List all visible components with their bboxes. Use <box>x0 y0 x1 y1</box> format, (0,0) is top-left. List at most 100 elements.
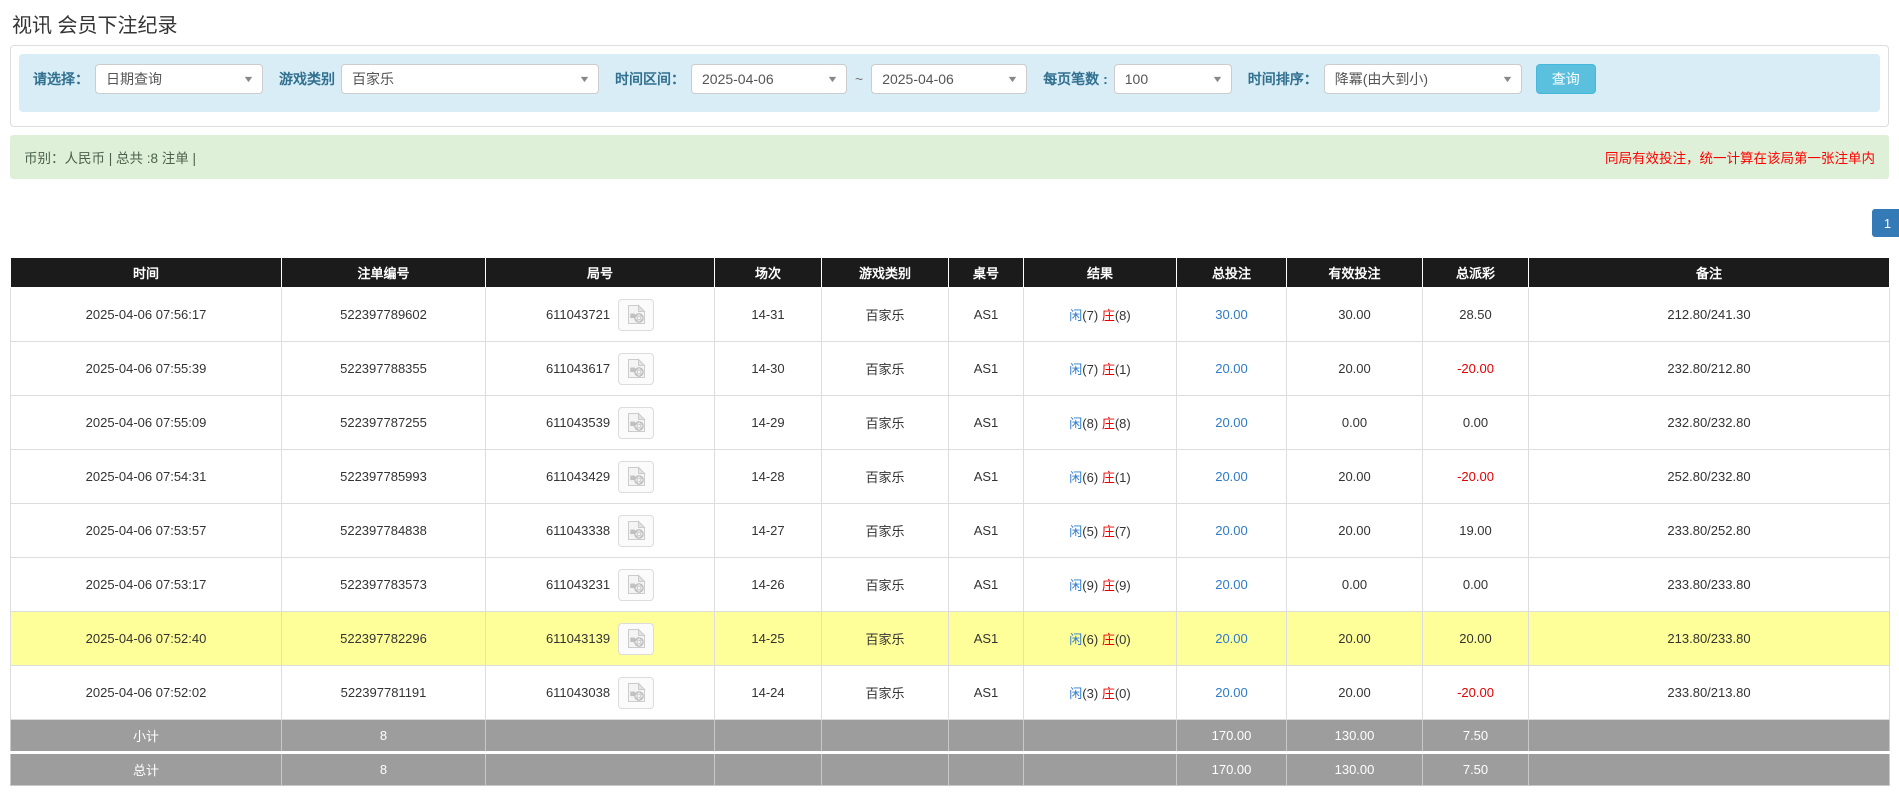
column-header: 结果 <box>1023 257 1177 288</box>
total-bet-link[interactable]: 20.00 <box>1215 361 1248 376</box>
player-result-score: (9) <box>1082 578 1099 593</box>
sort-order-label: 时间排序： <box>1247 71 1318 87</box>
player-result-score: (8) <box>1082 416 1099 431</box>
payout-cell: 19.00 <box>1422 503 1529 558</box>
video-replay-button[interactable] <box>618 298 655 331</box>
banker-result-label: 庄 <box>1101 524 1115 539</box>
column-header: 注单编号 <box>281 257 486 288</box>
total-bet-link[interactable]: 20.00 <box>1215 685 1248 700</box>
video-file-icon <box>627 358 646 378</box>
game-type-label: 游戏类别 <box>279 71 335 87</box>
valid-bet-cell: 20.00 <box>1286 449 1423 504</box>
time-cell: 2025-04-06 07:52:40 <box>10 611 282 666</box>
empty-cell <box>485 751 715 786</box>
summary-payout-cell: 7.50 <box>1422 751 1529 786</box>
query-button[interactable]: 查询 <box>1535 64 1596 94</box>
total-bet-cell: 20.00 <box>1176 503 1287 558</box>
table-id-cell: AS1 <box>948 449 1024 504</box>
total-bet-link[interactable]: 30.00 <box>1215 307 1248 322</box>
round-cell: 611043038 <box>485 665 715 720</box>
player-result-score: (3) <box>1082 686 1099 701</box>
time-cell: 2025-04-06 07:55:39 <box>10 341 282 396</box>
bet-id-cell: 522397784838 <box>281 503 486 558</box>
time-cell: 2025-04-06 07:52:02 <box>10 665 282 720</box>
round-cell: 611043617 <box>485 341 715 396</box>
result-cell: 闲(5) 庄(7) <box>1023 503 1177 558</box>
date-from-select[interactable]: 2025-04-06 ▼ <box>691 64 847 94</box>
video-replay-button[interactable] <box>618 406 655 439</box>
total-bet-cell: 20.00 <box>1176 611 1287 666</box>
bet-id-cell: 522397782296 <box>281 611 486 666</box>
table-id-cell: AS1 <box>948 611 1024 666</box>
player-result-label: 闲 <box>1069 524 1083 539</box>
empty-cell <box>1023 719 1177 753</box>
video-replay-button[interactable] <box>618 352 655 385</box>
video-replay-button[interactable] <box>618 514 655 547</box>
query-type-select[interactable]: 日期查询 ▼ <box>95 64 263 94</box>
banker-result-score: (1) <box>1114 362 1131 377</box>
video-file-icon <box>627 412 646 432</box>
summary-count-cell: 8 <box>281 719 486 753</box>
chevron-down-icon: ▼ <box>242 74 255 84</box>
pagination: 1 <box>0 209 1899 237</box>
page-size-select[interactable]: 100 ▼ <box>1113 64 1232 94</box>
total-bet-cell: 20.00 <box>1176 341 1287 396</box>
column-header: 桌号 <box>948 257 1024 288</box>
result-cell: 闲(7) 庄(8) <box>1023 287 1177 342</box>
game-type-cell: 百家乐 <box>821 557 949 612</box>
table-row: 2025-04-06 07:55:09 522397787255 6110435… <box>10 395 1890 450</box>
summary-row: 小计 8 170.00 130.00 7.50 <box>10 719 1890 753</box>
round-cell: 611043139 <box>485 611 715 666</box>
remark-cell: 252.80/232.80 <box>1528 449 1890 504</box>
total-bet-cell: 20.00 <box>1176 557 1287 612</box>
video-replay-button[interactable] <box>618 676 655 709</box>
player-result-label: 闲 <box>1069 470 1083 485</box>
game-type-cell: 百家乐 <box>821 503 949 558</box>
video-replay-button[interactable] <box>618 622 655 655</box>
bet-id-cell: 522397785993 <box>281 449 486 504</box>
time-range-label: 时间区间： <box>615 71 685 87</box>
summary-bar: 币别：人民币 | 总共 :8 注单 | 同局有效投注，统一计算在该局第一张注单内 <box>10 135 1889 179</box>
session-cell: 14-30 <box>714 341 822 396</box>
total-bet-cell: 20.00 <box>1176 665 1287 720</box>
total-bet-link[interactable]: 20.00 <box>1215 415 1248 430</box>
game-type-cell: 百家乐 <box>821 341 949 396</box>
video-replay-button[interactable] <box>618 460 655 493</box>
player-result-score: (6) <box>1082 632 1099 647</box>
bet-records-table: 时间 注单编号 局号 场次 游戏类别 桌号 结果 总投注 有效投注 总派彩 备注 2025-04-0… <box>10 257 1890 786</box>
summary-count-cell: 8 <box>281 751 486 786</box>
payout-cell: 20.00 <box>1422 611 1529 666</box>
table-id-cell: AS1 <box>948 287 1024 342</box>
table-row: 2025-04-06 07:53:57 522397784838 6110433… <box>10 503 1890 558</box>
sort-order-select[interactable]: 降冪(由大到小) ▼ <box>1323 64 1522 94</box>
player-result-label: 闲 <box>1069 632 1083 647</box>
round-id: 611043338 <box>545 523 611 538</box>
table-row: 2025-04-06 07:52:40 522397782296 6110431… <box>10 611 1890 666</box>
page-1-button[interactable]: 1 <box>1872 209 1899 237</box>
empty-cell <box>1528 719 1890 753</box>
player-result-label: 闲 <box>1069 416 1083 431</box>
date-to-select[interactable]: 2025-04-06 ▼ <box>871 64 1028 94</box>
player-result-score: (6) <box>1082 470 1099 485</box>
total-bet-link[interactable]: 20.00 <box>1215 577 1248 592</box>
payout-cell: -20.00 <box>1422 341 1529 396</box>
total-bet-link[interactable]: 20.00 <box>1215 631 1248 646</box>
empty-cell <box>714 719 822 753</box>
game-type-value: 百家乐 <box>352 71 394 87</box>
table-body: 2025-04-06 07:56:17 522397789602 6110437… <box>10 287 1890 720</box>
column-header: 备注 <box>1528 257 1890 288</box>
chevron-down-icon: ▼ <box>826 74 839 84</box>
video-replay-button[interactable] <box>618 568 655 601</box>
game-type-select[interactable]: 百家乐 ▼ <box>341 64 599 94</box>
banker-result-score: (1) <box>1114 470 1131 485</box>
round-cell: 611043721 <box>485 287 715 342</box>
table-row: 2025-04-06 07:55:39 522397788355 6110436… <box>10 341 1890 396</box>
game-type-cell: 百家乐 <box>821 449 949 504</box>
total-bet-link[interactable]: 20.00 <box>1215 523 1248 538</box>
total-bet-link[interactable]: 20.00 <box>1215 469 1248 484</box>
round-id: 611043139 <box>545 631 611 646</box>
chevron-down-icon: ▼ <box>1211 74 1224 84</box>
summary-total-bet-cell: 170.00 <box>1176 751 1287 786</box>
player-result-label: 闲 <box>1069 308 1083 323</box>
game-type-cell: 百家乐 <box>821 665 949 720</box>
